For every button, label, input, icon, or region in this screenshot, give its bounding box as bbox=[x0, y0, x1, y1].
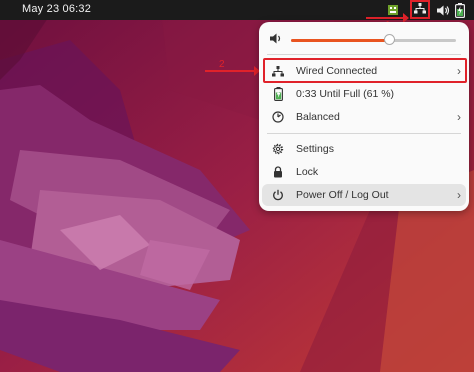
power-profile-icon bbox=[270, 109, 286, 125]
menu-separator bbox=[267, 54, 461, 55]
menu-separator bbox=[267, 133, 461, 134]
wired-connection-item[interactable]: Wired Connected › bbox=[262, 61, 466, 81]
settings-item[interactable]: Settings bbox=[262, 139, 466, 159]
settings-label: Settings bbox=[296, 143, 334, 155]
battery-status-item[interactable]: 0:33 Until Full (61 %) bbox=[262, 84, 466, 104]
volume-row bbox=[259, 30, 469, 50]
volume-slider[interactable] bbox=[291, 34, 456, 45]
clock[interactable]: May 23 06:32 bbox=[22, 3, 91, 15]
system-menu: Wired Connected › 0:33 Until Full (61 %)… bbox=[259, 22, 469, 211]
power-mode-label: Balanced bbox=[296, 111, 340, 123]
network-wired-icon bbox=[270, 63, 286, 79]
network-wired-icon bbox=[414, 2, 426, 17]
power-off-log-out-item[interactable]: Power Off / Log Out › bbox=[262, 184, 466, 206]
battery-charging-icon[interactable] bbox=[452, 2, 468, 18]
gear-icon bbox=[270, 141, 286, 157]
lock-item[interactable]: Lock bbox=[262, 162, 466, 182]
volume-slider-fill bbox=[291, 39, 390, 42]
power-mode-item[interactable]: Balanced › bbox=[262, 107, 466, 127]
battery-status-label: 0:33 Until Full (61 %) bbox=[296, 88, 395, 100]
lock-label: Lock bbox=[296, 166, 319, 178]
annotation-marker-2: 2 bbox=[219, 59, 225, 70]
battery-charging-icon bbox=[270, 86, 286, 102]
annotation-arrow-2 bbox=[205, 66, 260, 76]
chevron-right-icon: › bbox=[457, 64, 461, 78]
annotation-arrow-1 bbox=[366, 13, 409, 23]
volume-icon[interactable] bbox=[436, 2, 450, 18]
power-icon bbox=[270, 187, 286, 203]
app-indicator-icon[interactable] bbox=[386, 2, 400, 18]
volume-icon bbox=[270, 33, 283, 47]
chevron-right-icon: › bbox=[457, 188, 461, 202]
power-off-log-out-label: Power Off / Log Out bbox=[296, 189, 389, 201]
wired-connection-label: Wired Connected bbox=[296, 65, 378, 77]
network-status-button[interactable] bbox=[410, 0, 430, 19]
volume-slider-handle[interactable] bbox=[384, 34, 395, 45]
chevron-right-icon: › bbox=[457, 110, 461, 124]
lock-icon bbox=[270, 164, 286, 180]
